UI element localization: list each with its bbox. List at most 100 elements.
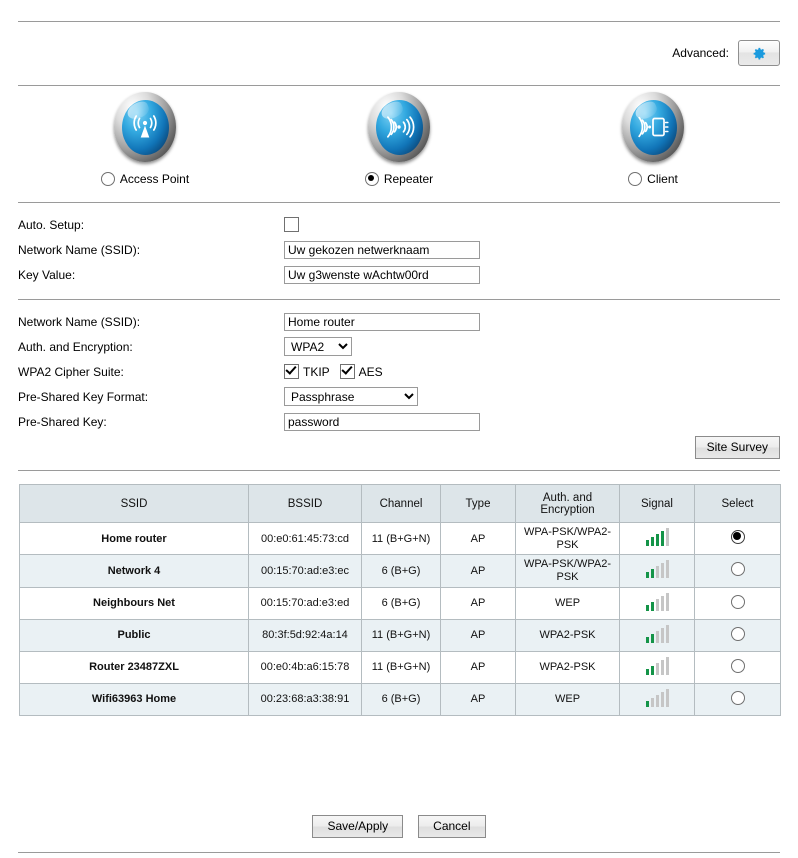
mode-repeater[interactable]: Repeater [272,92,526,186]
mode-repeater-label: Repeater [383,172,434,186]
cancel-button[interactable]: Cancel [418,815,486,839]
save-apply-button[interactable]: Save/Apply [312,815,404,839]
wds-ssid-row: Network Name (SSID): [18,237,780,262]
table-header-row: SSID BSSID Channel Type Auth. and Encryp… [19,484,781,523]
site-survey-button[interactable]: Site Survey [694,436,780,460]
cell-signal [619,586,695,620]
divider-between-form-blocks [18,299,780,300]
signal-strength-icon [645,528,669,547]
column-header-bssid: BSSID [248,484,362,523]
cell-ssid: Router 23487ZXL [19,650,249,684]
mode-access-point[interactable]: Access Point [18,92,272,186]
cell-auth: WPA-PSK/WPA2-PSK [515,521,620,556]
mode-client-radio[interactable] [628,172,643,186]
cipher-aes-group[interactable]: AES [339,364,393,379]
cipher-aes-checkbox[interactable] [339,364,355,379]
psk-format-select[interactable]: Passphrase [284,387,418,406]
divider-above-table [18,470,780,471]
advanced-label: Advanced: [672,46,729,60]
site-survey-table: SSID BSSID Channel Type Auth. and Encryp… [19,484,781,716]
mode-repeater-radio-row[interactable]: Repeater [364,172,434,186]
wds-key-input[interactable] [284,265,480,284]
mode-repeater-radio[interactable] [364,172,379,186]
cipher-tkip-checkbox[interactable] [284,364,299,379]
psk-format-label: Pre-Shared Key Format: [18,389,149,404]
column-header-signal: Signal [619,484,695,523]
cell-type: AP [440,586,516,620]
cell-auth: WEP [515,586,620,620]
cell-channel: 6 (B+G) [361,554,441,588]
mode-client-label: Client [647,172,678,186]
cell-bssid: 80:3f:5d:92:4a:14 [248,618,362,652]
wifi-ssid-input[interactable] [284,312,480,331]
wifi-ssid-row: Network Name (SSID): [18,309,780,334]
psk-input[interactable] [284,412,480,431]
cell-channel: 11 (B+G+N) [361,521,441,556]
divider-top [18,21,780,22]
cell-channel: 6 (B+G) [361,586,441,620]
network-select-radio[interactable] [730,562,745,577]
auth-encryption-select[interactable]: WPA2 [284,337,352,356]
column-header-channel: Channel [361,484,441,523]
client-icon [622,92,684,162]
advanced-row: Advanced: [672,40,780,66]
mode-access-point-radio-row[interactable]: Access Point [100,172,189,186]
table-row[interactable]: Neighbours Net 00:15:70:ad:e3:ed 6 (B+G) AP… [19,586,781,620]
table-row[interactable]: Home router 00:e0:61:45:73:cd 11 (B+G+N) AP… [19,521,781,556]
cell-bssid: 00:e0:61:45:73:cd [248,521,362,556]
psk-row: Pre-Shared Key: [18,409,780,434]
cell-select[interactable] [694,521,781,556]
mode-access-point-radio[interactable] [100,172,115,186]
cell-ssid: Public [19,618,249,652]
advanced-settings-button[interactable] [738,40,780,66]
cipher-suite-row: WPA2 Cipher Suite: TKIP AES [18,359,780,384]
table-row[interactable]: Network 4 00:15:70:ad:e3:ec 6 (B+G) AP WPA-P… [19,554,781,588]
cell-type: AP [440,521,516,556]
network-select-radio[interactable] [730,690,745,705]
cell-auth: WPA2-PSK [515,650,620,684]
cell-channel: 11 (B+G+N) [361,618,441,652]
footer-buttons: Save/Apply Cancel [0,815,798,839]
cell-ssid: Network 4 [19,554,249,588]
cell-select[interactable] [694,650,781,684]
divider-below-modes [18,202,780,203]
cell-select[interactable] [694,682,781,716]
network-select-radio[interactable] [730,626,745,641]
auth-encryption-row: Auth. and Encryption: WPA2 [18,334,780,359]
table-row[interactable]: Wifi63963 Home 00:23:68:a3:38:91 6 (B+G) AP… [19,682,781,716]
cell-bssid: 00:15:70:ad:e3:ed [248,586,362,620]
cell-ssid: Home router [19,521,249,556]
mode-client[interactable]: Client [526,92,780,186]
mode-client-radio-row[interactable]: Client [628,172,678,186]
column-header-ssid: SSID [19,484,249,523]
cipher-aes-label: AES [358,364,383,379]
wireless-config-block: Network Name (SSID): Auth. and Encryptio… [18,309,780,434]
column-header-auth: Auth. and Encryption [515,484,620,523]
cell-type: AP [440,618,516,652]
cell-auth: WPA2-PSK [515,618,620,652]
wds-ssid-label: Network Name (SSID): [18,242,141,257]
cell-signal [619,682,695,716]
signal-strength-icon [645,560,669,579]
cell-channel: 6 (B+G) [361,682,441,716]
signal-strength-icon [645,656,669,675]
cell-select[interactable] [694,618,781,652]
router-wireless-settings-page: Advanced: Access Point Repeater Client A… [0,0,798,858]
cipher-tkip-group[interactable]: TKIP [284,364,340,379]
column-header-type: Type [440,484,516,523]
signal-strength-icon [645,592,669,611]
wds-ssid-input[interactable] [284,240,480,259]
cell-auth: WPA-PSK/WPA2-PSK [515,554,620,588]
table-row[interactable]: Router 23487ZXL 00:e0:4b:a6:15:78 11 (B+G+… [19,650,781,684]
cell-channel: 11 (B+G+N) [361,650,441,684]
cell-select[interactable] [694,554,781,588]
cell-type: AP [440,650,516,684]
network-select-radio[interactable] [730,530,745,545]
cell-bssid: 00:e0:4b:a6:15:78 [248,650,362,684]
auto-setup-checkbox[interactable] [284,217,299,232]
divider-above-modes [18,85,780,86]
network-select-radio[interactable] [730,658,745,673]
cell-select[interactable] [694,586,781,620]
table-row[interactable]: Public 80:3f:5d:92:4a:14 11 (B+G+N) AP WPA2-… [19,618,781,652]
network-select-radio[interactable] [730,594,745,609]
